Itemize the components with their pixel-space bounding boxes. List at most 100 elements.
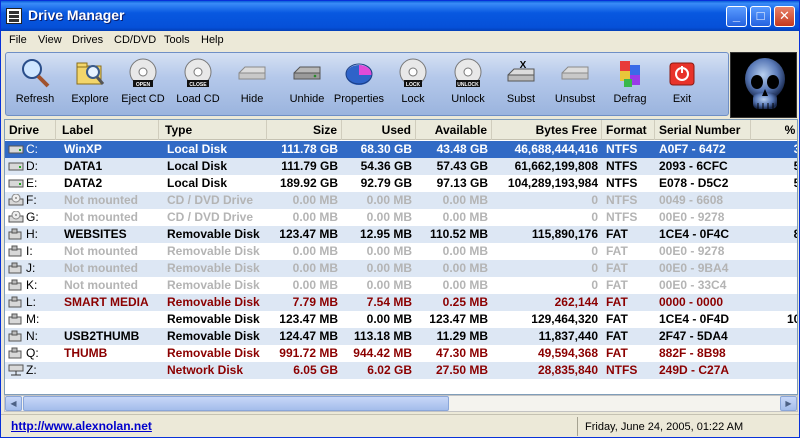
title-bar[interactable]: Drive Manager _ □ ✕ [1, 1, 799, 31]
table-row[interactable]: I: Not mounted Removable Disk 0.00 MB 0.00 M… [5, 243, 797, 260]
drive-letter: N: [26, 329, 38, 343]
col-drive[interactable]: Drive [5, 120, 56, 140]
cell-label: DATA2 [64, 176, 103, 190]
unlock-button[interactable]: UNLOCK Unlock [443, 53, 493, 115]
horizontal-scrollbar[interactable]: ◀ ▶ [4, 395, 798, 412]
cell-pct: 100 [786, 312, 797, 326]
table-row[interactable]: M: Removable Disk 123.47 MB 0.00 MB 123.47 M… [5, 311, 797, 328]
cell-type: Removable Disk [167, 278, 260, 292]
col-serial[interactable]: Serial Number [655, 120, 751, 140]
cell-format: FAT [606, 227, 628, 241]
scroll-right-arrow-icon[interactable]: ▶ [780, 396, 797, 411]
col-format[interactable]: Format [602, 120, 655, 140]
table-row[interactable]: F: Not mounted CD / DVD Drive 0.00 MB 0.00 M… [5, 192, 797, 209]
table-row[interactable]: Q: THUMB Removable Disk 991.72 MB 944.42 MB 4… [5, 345, 797, 362]
unhide-button[interactable]: Unhide [282, 53, 332, 115]
cell-used: 0.00 MB [366, 193, 412, 207]
cell-pct: 51 [751, 175, 797, 192]
cell-format: NTFS [606, 193, 638, 207]
cell-used: 12.95 MB [359, 227, 412, 241]
cell-size: 123.47 MB [279, 312, 338, 326]
maximize-button[interactable]: □ [750, 6, 771, 27]
properties-button[interactable]: Properties [332, 53, 386, 115]
table-row[interactable]: N: USB2THUMB Removable Disk 124.47 MB 113.18… [5, 328, 797, 345]
refresh-label: Refresh [15, 93, 55, 105]
cell-type: CD / DVD Drive [167, 193, 254, 207]
col-used[interactable]: Used [342, 120, 416, 140]
app-icon [6, 8, 22, 24]
cell-avail: 43.48 GB [436, 142, 488, 156]
table-row[interactable]: D: DATA1 Local Disk 111.79 GB 54.36 GB 57.43 … [5, 158, 797, 175]
cell-format: NTFS [606, 363, 638, 377]
explore-button[interactable]: Explore [64, 53, 116, 115]
cell-serial: 00E0 - 9278 [659, 244, 725, 258]
menu-help[interactable]: Help [201, 34, 224, 46]
cell-size: 111.79 GB [281, 159, 338, 173]
website-link[interactable]: http://www.alexnolan.net [11, 419, 152, 433]
table-row[interactable]: C: WinXP Local Disk 111.78 GB 68.30 GB 43.48 … [5, 141, 797, 158]
unhide-label: Unhide [289, 93, 325, 105]
unsubst-button[interactable]: Unsubst [550, 53, 600, 115]
pie-chart-icon [345, 63, 373, 85]
cell-drive: G: [5, 209, 56, 226]
cell-pct: 0 [751, 209, 797, 226]
col-size[interactable]: Size [267, 120, 342, 140]
cell-type: CD / DVD Drive [167, 210, 254, 224]
scroll-left-arrow-icon[interactable]: ◀ [5, 396, 22, 411]
scroll-thumb[interactable] [23, 396, 449, 411]
cell-free: 262,144 [554, 295, 598, 309]
lock-label: Lock [401, 93, 425, 105]
close-button[interactable]: ✕ [774, 6, 795, 27]
table-row[interactable]: H: WEBSITES Removable Disk 123.47 MB 12.95 M… [5, 226, 797, 243]
load-cd-button[interactable]: CLOSE Load CD [171, 53, 225, 115]
cell-format: FAT [606, 346, 628, 360]
eject-cd-button[interactable]: OPEN Eject CD [117, 53, 169, 115]
menu-view[interactable]: View [38, 34, 62, 46]
col-type[interactable]: Type [159, 120, 267, 140]
drive-letter: K: [26, 278, 38, 292]
menu-drives[interactable]: Drives [72, 34, 103, 46]
cell-avail: 0.00 MB [442, 244, 488, 258]
drive-letter: E: [26, 176, 38, 190]
table-row[interactable]: L: SMART MEDIA Removable Disk 7.79 MB 7.54 M… [5, 294, 797, 311]
cd-close-icon: CLOSE [184, 58, 212, 88]
cell-serial: 882F - 8B98 [659, 346, 726, 360]
cell-size: 123.47 MB [279, 227, 338, 241]
table-row[interactable]: Z: Network Disk 6.05 GB 6.02 GB 27.50 MB 28,8… [5, 362, 797, 379]
refresh-button[interactable]: Refresh [8, 53, 62, 115]
cell-serial: 249D - C27A [659, 363, 730, 377]
cell-pct: 51 [751, 158, 797, 175]
table-row[interactable]: E: DATA2 Local Disk 189.92 GB 92.79 GB 97.13 … [5, 175, 797, 192]
cell-avail: 27.50 MB [435, 363, 488, 377]
drive-letter: H: [26, 227, 38, 241]
table-row[interactable]: G: Not mounted CD / DVD Drive 0.00 MB 0.00 M… [5, 209, 797, 226]
cell-type: Local Disk [167, 176, 228, 190]
cell-avail: 0.00 MB [442, 278, 488, 292]
drive-letter: D: [26, 159, 38, 173]
cell-avail: 57.43 GB [436, 159, 488, 173]
defrag-button[interactable]: Defrag [607, 53, 653, 115]
cell-drive: Q: [5, 345, 56, 362]
cell-drive: N: [5, 328, 56, 345]
hide-button[interactable]: Hide [229, 53, 275, 115]
col-percent-free[interactable]: % F [751, 120, 797, 140]
cell-format: FAT [606, 312, 628, 326]
col-bytes-free[interactable]: Bytes Free [492, 120, 602, 140]
cell-label: USB2THUMB [64, 329, 140, 343]
menu-file[interactable]: File [9, 34, 27, 46]
cd-unlock-icon: UNLOCK [454, 58, 482, 88]
menu-cd-dvd[interactable]: CD/DVD [114, 34, 156, 46]
col-label[interactable]: Label [56, 120, 159, 140]
cell-free: 0 [591, 278, 598, 292]
menu-tools[interactable]: Tools [164, 34, 190, 46]
exit-button[interactable]: Exit [660, 53, 704, 115]
drive-table[interactable]: Drive Label Type Size Used Available Byt… [4, 119, 798, 395]
table-row[interactable]: K: Not mounted Removable Disk 0.00 MB 0.00 M… [5, 277, 797, 294]
svg-text:X: X [520, 60, 527, 71]
lock-button[interactable]: LOCK Lock [390, 53, 436, 115]
subst-button[interactable]: X Subst [499, 53, 543, 115]
table-row[interactable]: J: Not mounted Removable Disk 0.00 MB 0.00 M… [5, 260, 797, 277]
minimize-button[interactable]: _ [726, 6, 747, 27]
properties-label: Properties [333, 93, 385, 105]
col-available[interactable]: Available [416, 120, 492, 140]
